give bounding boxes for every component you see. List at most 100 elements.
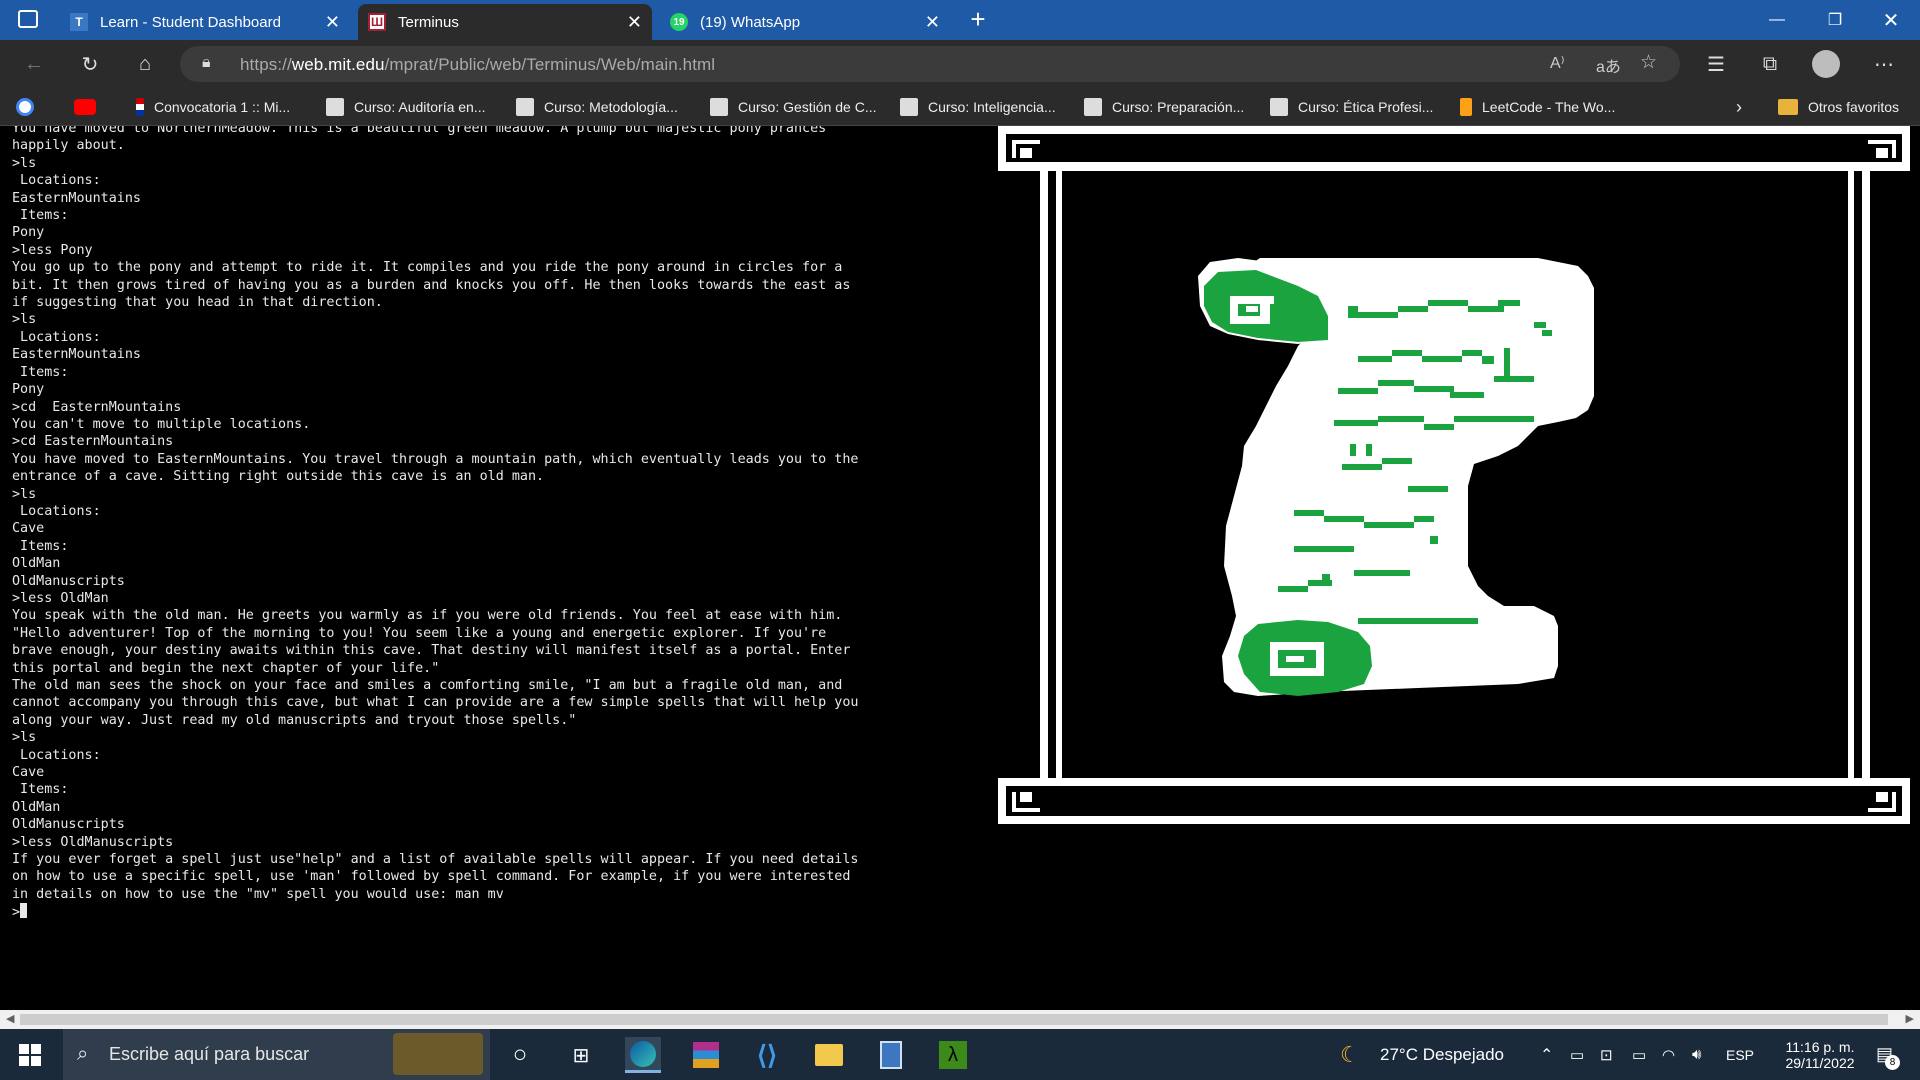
bookmark-label: Curso: Ética Profesi... xyxy=(1298,99,1434,115)
bookmark-item[interactable]: Curso: Preparación... xyxy=(1084,96,1244,118)
weather-moon-icon[interactable]: ☾ xyxy=(1340,1029,1360,1080)
scroll-pixel-art xyxy=(998,126,1920,1010)
device-icon[interactable]: ▭ xyxy=(1570,1029,1584,1080)
volume-icon[interactable]: 🔊︎ xyxy=(1692,1029,1701,1080)
other-favorites[interactable]: Otros favoritos xyxy=(1778,96,1899,118)
add-favorite-icon[interactable]: ☆ xyxy=(1640,51,1657,74)
terminal-line: OldManuscripts xyxy=(12,817,125,833)
cortana-icon[interactable]: ○ xyxy=(502,1037,538,1073)
close-icon[interactable]: ✕ xyxy=(325,12,340,33)
terminal-line: >less OldManuscripts xyxy=(12,834,174,850)
restore-button[interactable]: ❐ xyxy=(1806,0,1864,40)
terminal-line: You have moved to EasternMountains. You … xyxy=(12,451,859,467)
calculator-icon[interactable] xyxy=(873,1037,909,1073)
taskbar-search[interactable]: ⌕ Escribe aquí para buscar xyxy=(63,1029,490,1080)
terminal-line: The old man sees the shock on your face … xyxy=(12,678,843,693)
collections-icon[interactable]: ⧉ xyxy=(1754,48,1786,80)
more-menu-icon[interactable]: ⋯ xyxy=(1868,48,1900,80)
google-icon xyxy=(16,98,34,116)
battery-icon[interactable]: ▭ xyxy=(1632,1029,1646,1080)
translate-icon[interactable]: aあ xyxy=(1596,53,1621,77)
terminal-line: in details on how to use the "mv" spell … xyxy=(12,886,504,902)
chevron-up-icon[interactable]: ⌃ xyxy=(1540,1029,1553,1080)
refresh-button[interactable]: ↻ xyxy=(74,48,106,80)
tab-whatsapp[interactable]: 19 (19) WhatsApp ✕ xyxy=(660,4,950,40)
read-aloud-icon[interactable]: A⁾ xyxy=(1550,53,1565,73)
weather-text[interactable]: 27°C Despejado xyxy=(1380,1029,1504,1080)
terminal-line: You can't move to multiple locations. xyxy=(12,416,311,432)
bookmark-label: Curso: Auditoría en... xyxy=(354,99,486,115)
tab-terminus[interactable]: Ш Terminus ✕ xyxy=(358,4,652,40)
terminal-line: >cd EasternMountains xyxy=(12,434,174,450)
tab-label: (19) WhatsApp xyxy=(700,13,801,31)
terminal-line: Items: xyxy=(12,208,69,224)
terminal-line: this portal and begin the next chapter o… xyxy=(12,660,440,676)
terminal-line: Locations: xyxy=(12,747,101,763)
browser-tab-bar: T Learn - Student Dashboard ✕ Ш Terminus… xyxy=(0,0,1920,40)
wifi-icon[interactable]: ◠ xyxy=(1662,1029,1675,1080)
bookmark-item[interactable]: Curso: Auditoría en... xyxy=(326,96,486,118)
terminal-line: Cave xyxy=(12,765,45,781)
terminal-line: >less Pony xyxy=(12,242,93,258)
chevron-right-icon[interactable]: › xyxy=(1736,96,1742,118)
bookmark-label: Curso: Gestión de C... xyxy=(738,99,877,115)
terminal-line: You have moved to NorthernMeadow. This i… xyxy=(12,126,827,136)
terminal-prompt[interactable]: > xyxy=(12,903,972,921)
tab-learn[interactable]: T Learn - Student Dashboard ✕ xyxy=(60,4,350,40)
screen-icon[interactable]: ⊡ xyxy=(1600,1029,1613,1080)
terminal-line: if suggesting that you head in that dire… xyxy=(12,295,383,311)
terminal-line: You go up to the pony and attempt to rid… xyxy=(12,260,843,276)
terminal-line: OldManuscripts xyxy=(12,573,125,589)
terminal-line: If you ever forget a spell just use"help… xyxy=(12,852,859,868)
tab-label: Learn - Student Dashboard xyxy=(100,13,281,31)
bookmarks-bar: Convocatoria 1 :: Mi... Curso: Auditoría… xyxy=(0,88,1920,126)
terminal-line: "Hello adventurer! Top of the morning to… xyxy=(12,625,827,641)
scroll-left-icon[interactable]: ◀ xyxy=(6,1012,14,1025)
bookmark-item[interactable]: LeetCode - The Wo... xyxy=(1460,96,1615,118)
bookmark-item[interactable]: Convocatoria 1 :: Mi... xyxy=(136,96,290,118)
scrollbar-thumb[interactable] xyxy=(20,1014,1888,1025)
lock-icon[interactable]: 🔒︎ xyxy=(202,54,211,72)
favorites-icon[interactable]: ☰ xyxy=(1700,48,1732,80)
home-button[interactable]: ⌂ xyxy=(129,48,161,80)
windows-start-icon[interactable] xyxy=(12,1037,48,1073)
back-button[interactable]: ← xyxy=(18,48,50,80)
address-bar[interactable]: 🔒︎ https://web.mit.edu/mprat/Public/web/… xyxy=(180,46,1680,82)
scroll-image xyxy=(998,126,1910,824)
lambda-app-icon[interactable]: λ xyxy=(935,1037,971,1073)
bookmark-item[interactable]: Curso: Gestión de C... xyxy=(710,96,877,118)
winrar-icon[interactable] xyxy=(688,1037,724,1073)
close-window-button[interactable]: ✕ xyxy=(1862,0,1920,40)
terminal-line: OldMan xyxy=(12,556,61,572)
bookmark-google[interactable] xyxy=(16,96,44,118)
file-explorer-icon[interactable] xyxy=(811,1037,847,1073)
new-tab-button[interactable]: + xyxy=(958,4,998,36)
terminal-line: Items: xyxy=(12,538,69,554)
bookmark-item[interactable]: Curso: Inteligencia... xyxy=(900,96,1056,118)
terminal-panel[interactable]: You have moved to NorthernMeadow. This i… xyxy=(0,126,990,1010)
terminal-line: >ls xyxy=(12,486,37,502)
language-indicator[interactable]: ESP xyxy=(1726,1029,1754,1080)
vscode-icon[interactable]: ⟨⟩ xyxy=(749,1037,785,1073)
whatsapp-icon: 19 xyxy=(670,13,688,31)
tab-actions-icon[interactable] xyxy=(18,10,38,28)
minimize-button[interactable]: — xyxy=(1748,0,1806,40)
close-icon[interactable]: ✕ xyxy=(627,12,642,33)
clock[interactable]: 11:16 p. m. 29/11/2022 xyxy=(1770,1029,1870,1080)
text-cursor xyxy=(20,903,28,919)
bookmark-item[interactable]: Curso: Ética Profesi... xyxy=(1270,96,1433,118)
edge-icon[interactable] xyxy=(625,1037,661,1073)
url-text[interactable]: https://web.mit.edu/mprat/Public/web/Ter… xyxy=(240,55,715,75)
scroll-right-icon[interactable]: ▶ xyxy=(1906,1012,1914,1025)
close-icon[interactable]: ✕ xyxy=(925,12,940,33)
folder-icon xyxy=(1778,99,1798,115)
terminal-line: EasternMountains xyxy=(12,347,141,363)
bookmark-youtube[interactable] xyxy=(74,96,106,118)
profile-avatar[interactable] xyxy=(1810,48,1842,80)
terminal-output: You have moved to NorthernMeadow. This i… xyxy=(12,126,972,922)
task-view-icon[interactable]: ⊞ xyxy=(563,1037,599,1073)
notification-icon[interactable]: ▤ 8 xyxy=(1876,1029,1908,1080)
bookmark-item[interactable]: Curso: Metodología... xyxy=(516,96,678,118)
horizontal-scrollbar[interactable]: ◀ ▶ xyxy=(0,1010,1920,1029)
terminal-line: on how to use a specific spell, use 'man… xyxy=(12,869,851,885)
